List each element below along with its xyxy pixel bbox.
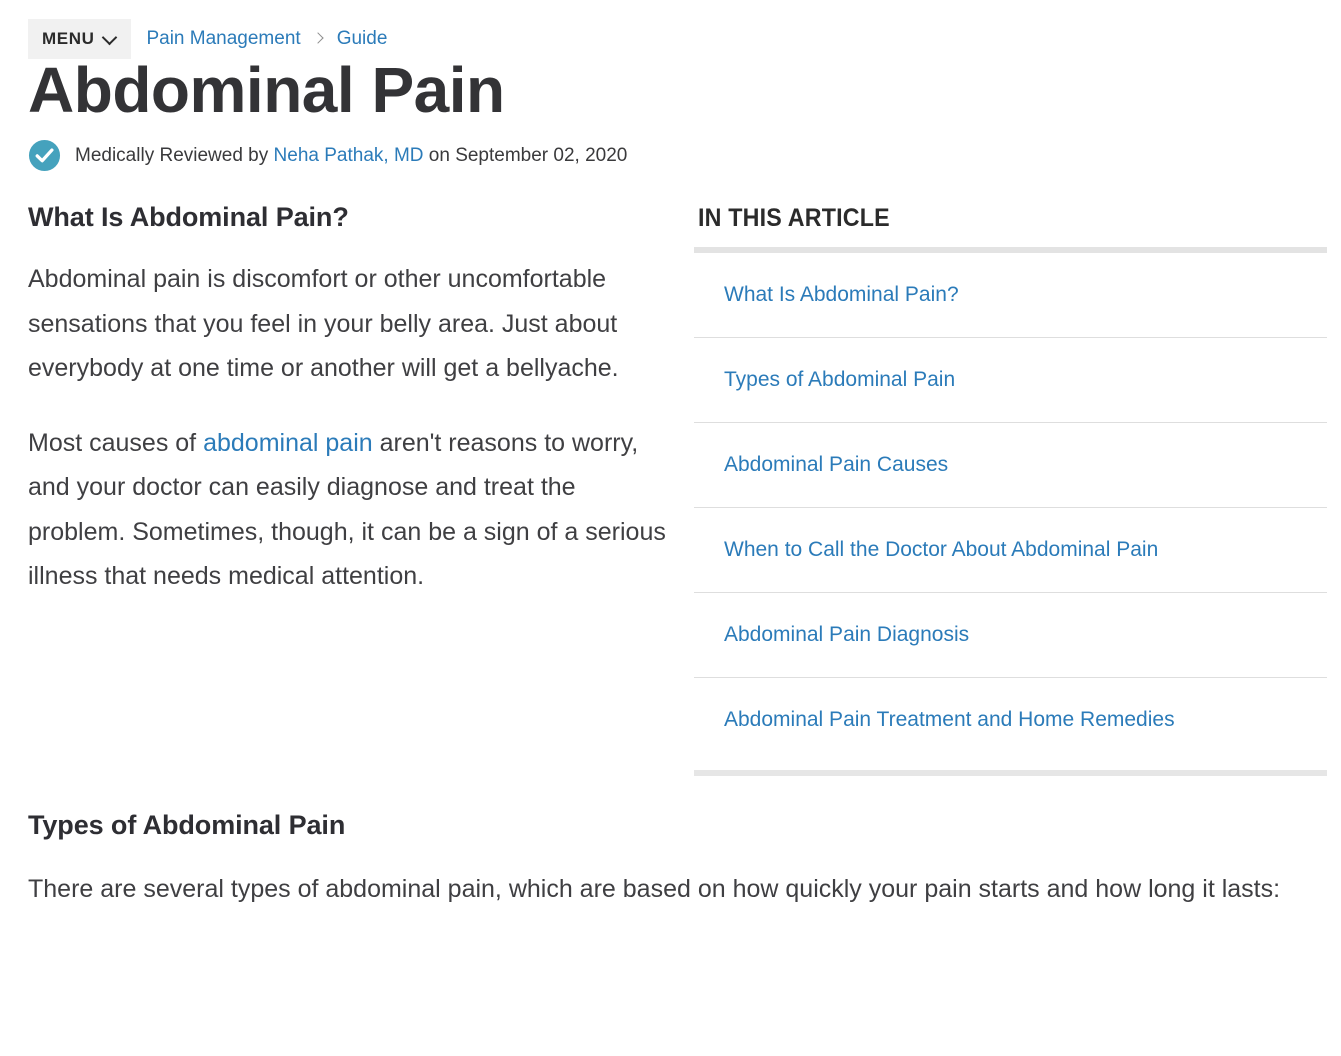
toc-link-types-of-abdominal-pain[interactable]: Types of Abdominal Pain [724, 368, 955, 391]
breadcrumb-separator-icon [314, 34, 324, 44]
top-navigation-bar: MENU Pain Management Guide [0, 0, 1341, 59]
in-this-article-title: IN THIS ARTICLE [698, 204, 890, 233]
byline-suffix: on September 02, 2020 [423, 144, 628, 166]
toc-link-abdominal-pain-diagnosis[interactable]: Abdominal Pain Diagnosis [724, 623, 969, 646]
list-item[interactable]: When to Call the Doctor About Abdominal … [694, 508, 1327, 594]
verified-check-icon [28, 140, 61, 172]
article-paragraph: Abdominal pain is discomfort or other un… [28, 257, 668, 391]
section-heading-types-of-abdominal-pain: Types of Abdominal Pain [28, 810, 346, 841]
toc-list: What Is Abdominal Pain? Types of Abdomin… [694, 253, 1327, 762]
list-item[interactable]: Types of Abdominal Pain [694, 338, 1327, 424]
list-item[interactable]: Abdominal Pain Diagnosis [694, 593, 1327, 679]
breadcrumb: Pain Management Guide [146, 28, 387, 50]
toc-link-treatment-and-home-remedies[interactable]: Abdominal Pain Treatment and Home Remedi… [724, 708, 1175, 731]
page-title: Abdominal Pain [28, 54, 505, 126]
inline-link-abdominal-pain[interactable]: abdominal pain [203, 429, 373, 457]
byline-prefix: Medically Reviewed by [75, 144, 274, 166]
toc-link-when-to-call-the-doctor[interactable]: When to Call the Doctor About Abdominal … [724, 538, 1158, 561]
breadcrumb-item-guide[interactable]: Guide [337, 28, 388, 50]
chevron-down-icon [103, 31, 116, 44]
paragraph-text: Abdominal pain is discomfort or other un… [28, 265, 619, 383]
section-heading-what-is-abdominal-pain: What Is Abdominal Pain? [28, 202, 349, 233]
lower-section-paragraph: There are several types of abdominal pai… [28, 875, 1281, 904]
byline-text: Medically Reviewed by Neha Pathak, MD on… [75, 145, 627, 167]
list-item[interactable]: Abdominal Pain Treatment and Home Remedi… [694, 678, 1327, 762]
content-area: What Is Abdominal Pain? Abdominal pain i… [0, 202, 1341, 777]
breadcrumb-item-pain-management[interactable]: Pain Management [146, 28, 300, 50]
list-item[interactable]: Abdominal Pain Causes [694, 423, 1327, 509]
lower-section: Types of Abdominal Pain There are severa… [0, 810, 1341, 912]
article-paragraph: Most causes of abdominal pain aren't rea… [28, 421, 668, 599]
paragraph-text: Most causes of [28, 428, 204, 457]
list-item[interactable]: What Is Abdominal Pain? [694, 253, 1327, 339]
toc-link-what-is-abdominal-pain[interactable]: What Is Abdominal Pain? [724, 283, 959, 306]
article-column: What Is Abdominal Pain? Abdominal pain i… [28, 202, 668, 776]
menu-button[interactable]: MENU [28, 19, 132, 59]
toc-bottom-divider [694, 770, 1327, 777]
byline-reviewer-link[interactable]: Neha Pathak, MD [274, 145, 424, 166]
column-spacer [668, 202, 694, 776]
menu-button-label: MENU [42, 29, 95, 48]
in-this-article-panel: IN THIS ARTICLE What Is Abdominal Pain? … [694, 202, 1327, 777]
toc-link-abdominal-pain-causes[interactable]: Abdominal Pain Causes [724, 453, 948, 476]
byline: Medically Reviewed by Neha Pathak, MD on… [28, 139, 1341, 172]
